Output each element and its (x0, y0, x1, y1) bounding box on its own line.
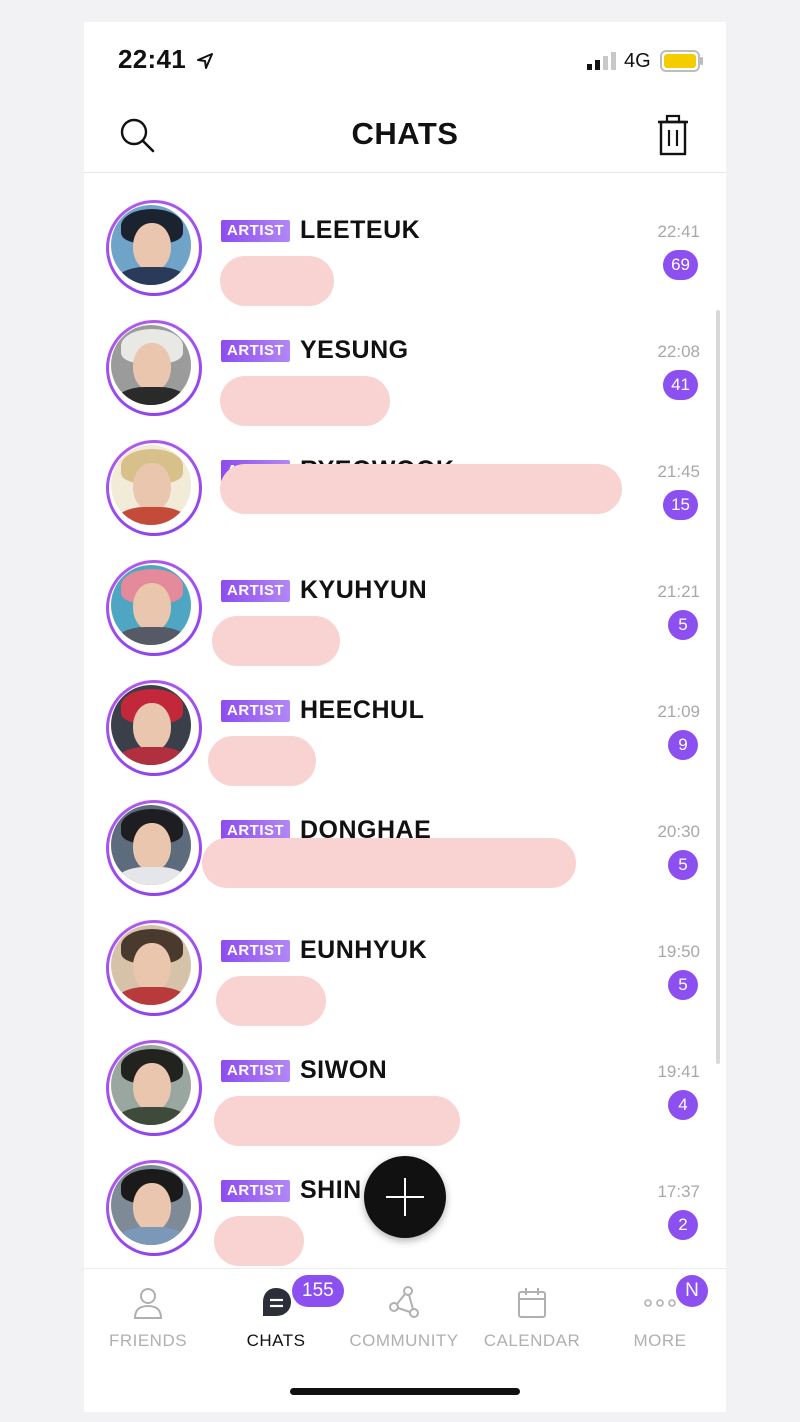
scrollbar[interactable] (716, 310, 720, 1064)
chat-time: 20:30 (657, 822, 700, 841)
chat-row[interactable]: ARTIST KYUHYUN 21:21 5 (84, 540, 726, 666)
chat-time: 21:21 (657, 582, 700, 601)
artist-tag: ARTIST (221, 580, 291, 602)
redacted-preview (202, 838, 576, 888)
chat-name: SHIN (300, 1176, 362, 1204)
unread-badge: 2 (668, 1210, 698, 1240)
unread-badge: 15 (663, 490, 698, 520)
avatar (106, 440, 202, 536)
tab-community[interactable]: COMMUNITY (340, 1269, 468, 1369)
header: CHATS (84, 108, 726, 173)
redacted-preview (212, 616, 340, 666)
chat-row[interactable]: ARTIST EUNHYUK 19:50 5 (84, 900, 726, 1026)
tab-label: CHATS (246, 1331, 306, 1350)
redacted-preview (214, 1216, 304, 1266)
tab-bar: FRIENDS CHATS 155 COMMUNITY CALENDAR MOR… (84, 1268, 726, 1369)
trash-icon[interactable] (654, 114, 692, 158)
chat-row[interactable]: ARTIST SIWON 19:41 4 (84, 1020, 726, 1146)
artist-tag: ARTIST (221, 220, 291, 242)
redacted-preview (208, 736, 316, 786)
artist-tag: ARTIST (221, 1180, 291, 1202)
chat-row[interactable]: ARTIST HEECHUL 21:09 9 (84, 660, 726, 786)
tab-label: MORE (633, 1331, 687, 1350)
chat-time: 22:41 (657, 222, 700, 241)
avatar (106, 1040, 202, 1136)
unread-badge: 69 (663, 250, 698, 280)
chats-count-badge: 155 (292, 1275, 344, 1307)
tab-friends[interactable]: FRIENDS (84, 1269, 212, 1369)
battery-icon (660, 50, 703, 72)
redacted-preview (216, 976, 326, 1026)
artist-tag: ARTIST (221, 700, 291, 722)
chat-name: LEETEUK (300, 216, 421, 244)
redacted-preview (214, 1096, 460, 1146)
tab-label: COMMUNITY (349, 1331, 459, 1350)
artist-tag: ARTIST (221, 340, 291, 362)
location-arrow-icon (197, 53, 213, 69)
avatar (106, 1160, 202, 1256)
calendar-icon (518, 1288, 546, 1318)
app-screen: 22:41 4G CHATS ARTIST LEETEUK 22:41 69 A… (84, 22, 726, 1412)
chat-row[interactable]: ARTIST YESUNG 22:08 41 (84, 300, 726, 426)
ellipsis-icon (644, 1299, 676, 1307)
chat-name: HEECHUL (300, 696, 425, 724)
unread-badge: 4 (668, 1090, 698, 1120)
artist-tag: ARTIST (221, 1060, 291, 1082)
avatar (106, 320, 202, 416)
unread-badge: 41 (663, 370, 698, 400)
redacted-preview (220, 376, 390, 426)
unread-badge: 9 (668, 730, 698, 760)
network-icon (389, 1286, 419, 1318)
chat-name: SIWON (300, 1056, 388, 1084)
tab-more[interactable]: MORE N (596, 1269, 724, 1369)
chat-time: 21:09 (657, 702, 700, 721)
home-indicator[interactable] (290, 1388, 520, 1395)
chat-time: 22:08 (657, 342, 700, 361)
tab-label: FRIENDS (108, 1331, 188, 1350)
avatar (106, 920, 202, 1016)
unread-badge: 5 (668, 970, 698, 1000)
avatar (106, 560, 202, 656)
avatar (106, 200, 202, 296)
chat-name: KYUHYUN (300, 576, 428, 604)
more-new-badge: N (676, 1275, 708, 1307)
chat-bubble-icon (263, 1288, 291, 1316)
tab-calendar[interactable]: CALENDAR (468, 1269, 596, 1369)
avatar (106, 680, 202, 776)
chat-row[interactable]: ARTIST RYEOWOOK 21:45 15 (84, 420, 726, 540)
chat-time: 19:41 (657, 1062, 700, 1081)
chat-time: 21:45 (657, 462, 700, 481)
tab-chats[interactable]: CHATS 155 (212, 1269, 344, 1369)
redacted-preview (220, 464, 622, 514)
new-chat-button[interactable] (364, 1156, 446, 1238)
chat-time: 19:50 (657, 942, 700, 961)
redacted-preview (220, 256, 334, 306)
status-time: 22:41 (118, 44, 186, 74)
unread-badge: 5 (668, 850, 698, 880)
chat-name: YESUNG (300, 336, 409, 364)
tab-label: CALENDAR (483, 1331, 581, 1350)
chat-time: 17:37 (657, 1182, 700, 1201)
avatar (106, 800, 202, 896)
chat-row[interactable]: ARTIST DONGHAE 20:30 5 (84, 780, 726, 900)
page-title: CHATS (351, 116, 459, 151)
chat-name: EUNHYUK (300, 936, 428, 964)
cellular-signal-icon (587, 52, 616, 70)
network-type: 4G (624, 50, 651, 72)
chat-list: ARTIST LEETEUK 22:41 69 ARTIST YESUNG 22… (84, 180, 726, 1266)
status-bar: 22:41 4G (84, 22, 726, 102)
chat-row[interactable]: ARTIST LEETEUK 22:41 69 (84, 180, 726, 306)
person-icon (133, 1288, 163, 1319)
unread-badge: 5 (668, 610, 698, 640)
artist-tag: ARTIST (221, 940, 291, 962)
